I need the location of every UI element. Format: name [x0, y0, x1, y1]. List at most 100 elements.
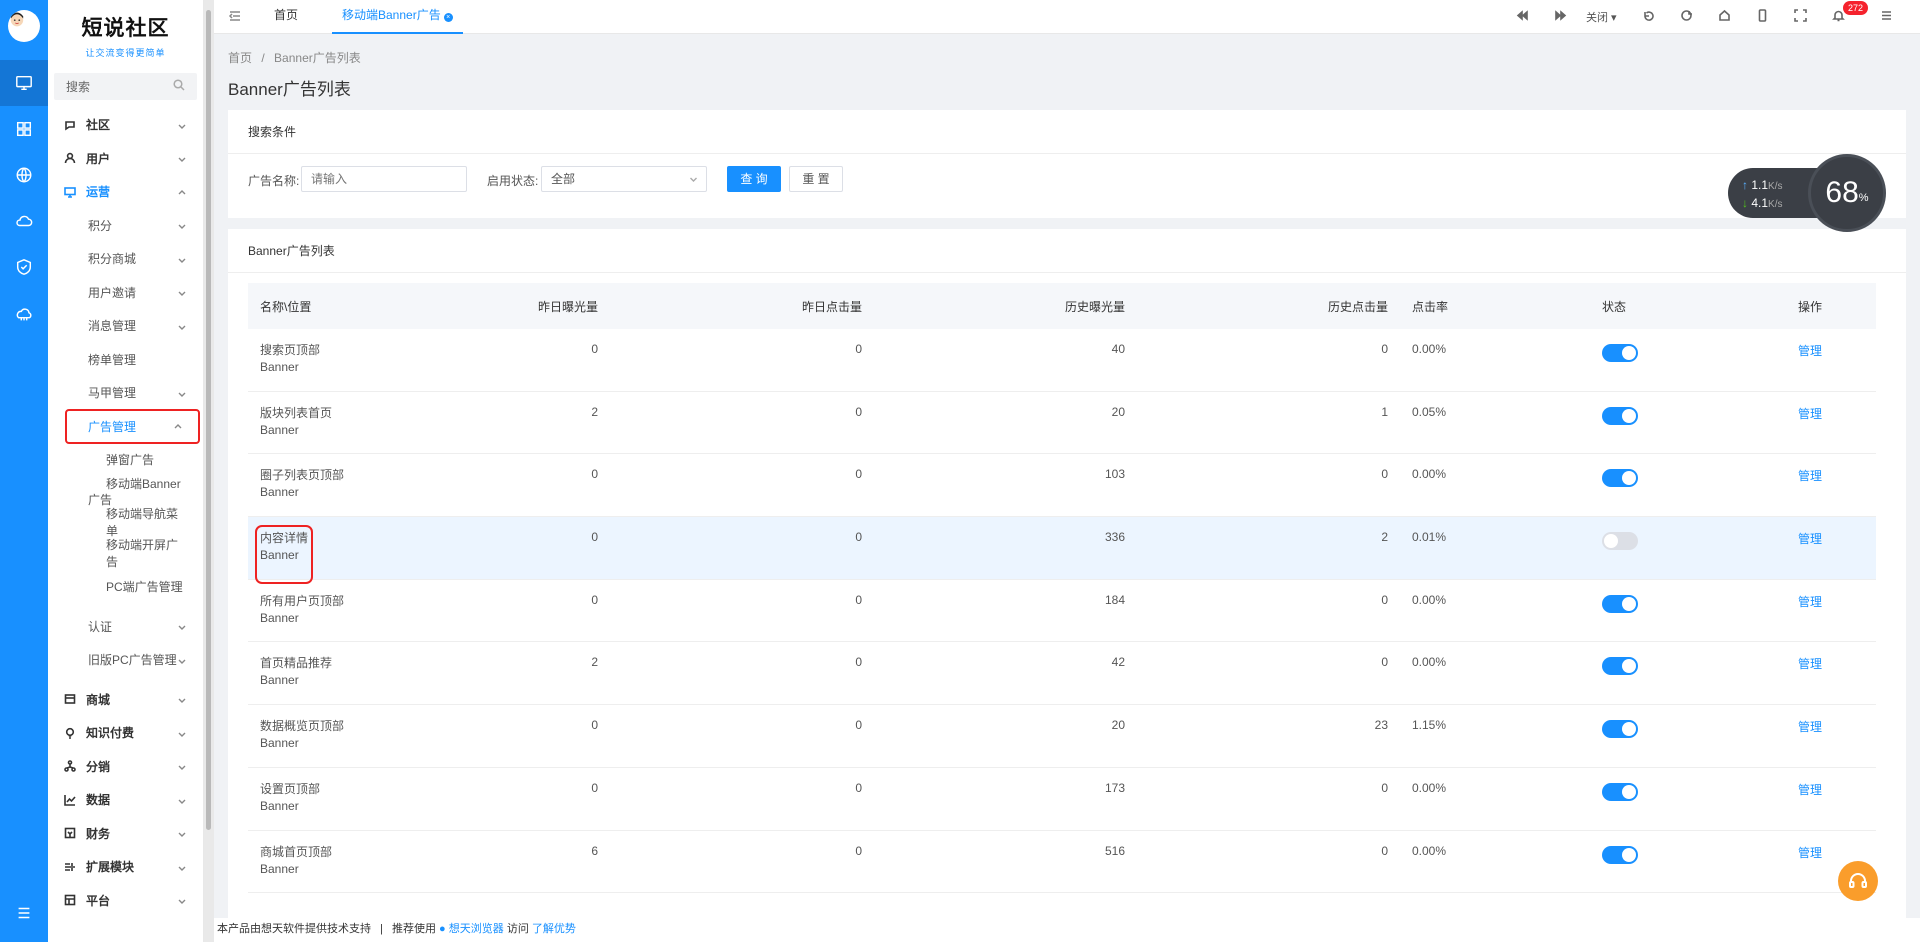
menu-operation[interactable]: 运营	[48, 175, 203, 209]
customer-service-button[interactable]	[1838, 861, 1878, 901]
share-icon	[64, 760, 80, 773]
rail-globe-icon[interactable]	[0, 152, 48, 198]
collapse-icon[interactable]	[228, 9, 242, 26]
status-toggle[interactable]	[1602, 469, 1638, 488]
learn-more-link[interactable]: 了解优势	[532, 923, 576, 935]
close-tab-icon[interactable]: ×	[443, 13, 453, 22]
menu-knowledge[interactable]: 知识付费	[48, 716, 203, 750]
chevron-down-icon	[690, 177, 697, 182]
menu-platform[interactable]: 平台	[48, 884, 203, 918]
breadcrumb-home[interactable]: 首页	[228, 51, 252, 65]
logo: 短说社区 让交流变得更简单	[48, 0, 203, 58]
manage-link[interactable]: 管理	[1798, 530, 1822, 579]
row-name: 商城首页顶部 Banner	[260, 844, 333, 876]
manage-link[interactable]: 管理	[1798, 593, 1822, 642]
rewind-icon[interactable]	[1516, 9, 1529, 25]
query-button[interactable]: 查 询	[727, 166, 781, 192]
status-toggle[interactable]	[1602, 406, 1638, 425]
manage-link[interactable]: 管理	[1798, 718, 1822, 767]
chevron-down-icon	[177, 254, 187, 264]
menu-mobile-splash-ad[interactable]: 移动端开屏广告	[48, 537, 203, 571]
row-hclick: 23	[1374, 718, 1388, 733]
row-name: 圈子列表页顶部 Banner	[260, 468, 345, 500]
rail-shield-icon[interactable]	[0, 244, 48, 290]
menu-pc-ad[interactable]: PC端广告管理	[48, 570, 203, 604]
manage-link[interactable]: 管理	[1798, 467, 1822, 516]
menu-user[interactable]: 用户	[48, 142, 203, 176]
menu-popup-ad[interactable]: 弹窗广告	[48, 443, 203, 477]
rail-cloud-service-icon[interactable]	[0, 292, 48, 338]
row-hclick: 0	[1381, 592, 1388, 607]
page-title: Banner广告列表	[228, 80, 351, 99]
tab-home[interactable]: 首页	[274, 0, 298, 34]
menu-verify[interactable]: 认证	[48, 610, 203, 644]
refresh-icon[interactable]	[1680, 9, 1693, 25]
home-icon[interactable]	[1718, 9, 1731, 25]
browser-logo-icon: ●	[439, 923, 446, 935]
status-toggle[interactable]	[1602, 344, 1638, 362]
col-click-rate: 点击率	[1412, 299, 1449, 314]
app-slogan: 让交流变得更简单	[85, 48, 166, 58]
row-yview: 0	[591, 342, 598, 356]
fullscreen-icon[interactable]	[1794, 9, 1807, 25]
status-toggle[interactable]	[1602, 594, 1638, 613]
plugin-icon	[64, 861, 80, 873]
sidebar-search[interactable]: 搜索	[54, 73, 197, 100]
menu-vest[interactable]: 马甲管理	[48, 376, 203, 410]
menu-community[interactable]: 社区	[48, 108, 203, 142]
menu-distribution[interactable]: 分销	[48, 750, 203, 784]
menu-icon[interactable]	[1880, 9, 1893, 25]
rail-cloud-icon[interactable]	[0, 198, 48, 244]
menu-user-invite[interactable]: 用户邀请	[48, 276, 203, 310]
fast-forward-icon[interactable]	[1554, 9, 1567, 25]
rail-apps-icon[interactable]	[0, 106, 48, 152]
notification-badge: 272	[1843, 1, 1869, 15]
avatar[interactable]	[8, 10, 40, 42]
manage-link[interactable]: 管理	[1798, 342, 1822, 391]
close-dropdown[interactable]: 关闭 ▾	[1586, 9, 1617, 25]
menu-old-pc-ad[interactable]: 旧版PC广告管理	[48, 643, 203, 677]
sidebar-search-placeholder: 搜索	[66, 80, 91, 94]
manage-link[interactable]: 管理	[1798, 781, 1822, 830]
chevron-down-icon	[177, 728, 187, 738]
menu-points[interactable]: 积分	[48, 209, 203, 243]
sidebar: 短说社区 让交流变得更简单 搜索 社区 用户 运营 积分 积分商城 用户邀请 消…	[48, 0, 204, 942]
menu-mobile-banner-ad[interactable]: 移动端Banner广告	[48, 477, 203, 507]
menu-ad-management[interactable]: 广告管理	[65, 408, 200, 444]
status-toggle[interactable]	[1602, 720, 1638, 739]
ad-name-input[interactable]	[301, 166, 467, 192]
scrollbar-thumb[interactable]	[206, 10, 211, 830]
mobile-icon[interactable]	[1756, 9, 1769, 25]
status-toggle[interactable]	[1602, 532, 1638, 551]
status-toggle[interactable]	[1602, 845, 1638, 864]
menu-points-mall[interactable]: 积分商城	[48, 242, 203, 276]
manage-link[interactable]: 管理	[1798, 844, 1822, 893]
rail-menu-icon[interactable]	[0, 890, 48, 936]
status-toggle[interactable]	[1602, 657, 1638, 676]
menu-mobile-nav[interactable]: 移动端导航菜单	[48, 507, 203, 538]
browser-link[interactable]: 想天浏览器	[449, 923, 504, 935]
undo-icon[interactable]	[1642, 9, 1655, 25]
reset-button[interactable]: 重 置	[789, 166, 843, 192]
status-toggle[interactable]	[1602, 782, 1638, 801]
menu-store[interactable]: 商城	[48, 683, 203, 717]
chevron-down-icon	[177, 895, 187, 905]
chevron-down-icon	[177, 862, 187, 872]
rail-monitor-icon[interactable]	[0, 60, 48, 106]
tab-mobile-banner[interactable]: 移动端Banner广告 ×	[332, 0, 463, 34]
menu-finance[interactable]: 财务	[48, 817, 203, 851]
sidebar-scrollbar[interactable]	[204, 0, 214, 942]
chevron-down-icon	[177, 287, 187, 297]
menu-message[interactable]: 消息管理	[48, 309, 203, 343]
menu-data[interactable]: 数据	[48, 783, 203, 817]
row-rate: 0.00%	[1412, 467, 1447, 482]
chevron-down-icon	[177, 120, 187, 130]
manage-link[interactable]: 管理	[1798, 405, 1822, 454]
manage-link[interactable]: 管理	[1798, 655, 1822, 704]
row-name: 设置页顶部 Banner	[260, 781, 321, 813]
menu-extension[interactable]: 扩展模块	[48, 850, 203, 884]
network-speed-widget[interactable]: ↑ 1.1K/s ↓ 4.1K/s 68%	[1728, 154, 1886, 232]
status-select[interactable]: 全部	[541, 166, 707, 192]
row-hview: 20	[1111, 404, 1125, 419]
menu-ranking[interactable]: 榜单管理	[48, 343, 203, 377]
